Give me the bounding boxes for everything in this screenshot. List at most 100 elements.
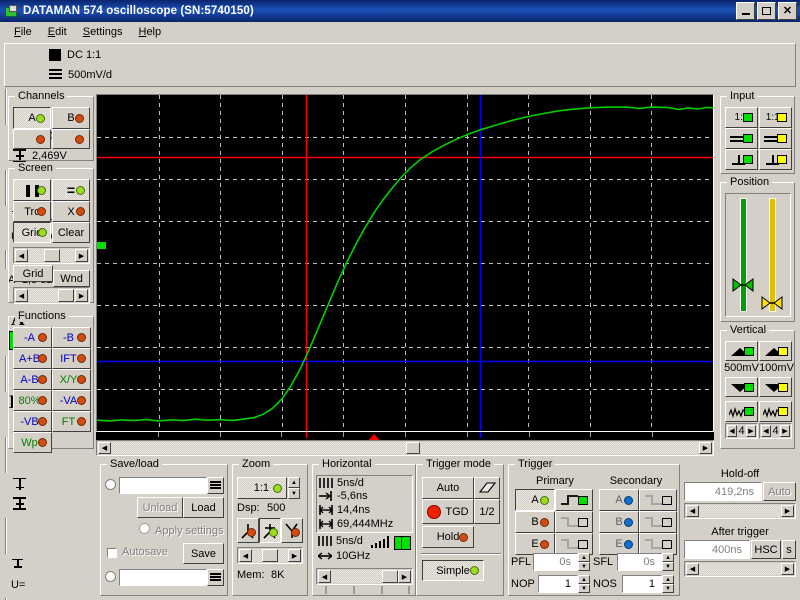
input-b-ground-button[interactable] (759, 149, 792, 170)
trigger-primary-edge-a[interactable] (555, 489, 593, 511)
zoom-right-mode-button[interactable] (281, 518, 303, 543)
after-trigger-hsc-button[interactable]: HSC (751, 540, 781, 559)
wnd-scroll-left[interactable]: ◀ (15, 289, 28, 302)
horizontal-scroll-right[interactable]: ▶ (398, 570, 411, 583)
zoom-ratio-down[interactable]: ▼ (288, 488, 300, 499)
after-trigger-scroll-left[interactable]: ◀ (686, 563, 699, 575)
window-scrollbar[interactable]: ◀ ▶ (13, 287, 90, 304)
zoom-ratio-display[interactable]: 1:1 (237, 477, 287, 499)
function-button--b[interactable]: -B (52, 327, 91, 348)
vertical-b-up-button[interactable] (759, 341, 792, 361)
input-b-coupling-button[interactable] (759, 128, 792, 149)
unload-button[interactable]: Unload (137, 497, 183, 518)
load-button[interactable]: Load (183, 497, 224, 518)
channel-a-alt-button[interactable] (13, 129, 51, 149)
trigger-secondary-source-a[interactable]: A (599, 489, 639, 511)
trigger-nos-spinner[interactable]: ▲▼ (662, 575, 674, 593)
save-path-field[interactable] (119, 569, 207, 586)
trigger-sfl-spinner[interactable]: ▲▼ (662, 553, 674, 571)
function-button-a-b[interactable]: A+B (13, 348, 52, 369)
trigger-nop-up[interactable]: ▲ (578, 575, 590, 584)
trigger-hold-button[interactable]: Hold (422, 526, 474, 548)
save-button[interactable]: Save (183, 543, 224, 564)
minimize-button[interactable] (736, 2, 755, 20)
save-radio[interactable] (105, 571, 116, 582)
trigger-primary-source-a[interactable]: A (515, 489, 555, 511)
trigger-primary-source-e[interactable]: E (515, 533, 555, 555)
horizontal-scroll-left[interactable]: ◀ (318, 570, 331, 583)
trigger-nos-up[interactable]: ▲ (662, 575, 674, 584)
trigger-secondary-source-b[interactable]: B (599, 511, 639, 533)
function-button-ft[interactable]: FT (52, 411, 91, 432)
trigger-nos-down[interactable]: ▼ (662, 584, 674, 593)
grid-scroll-thumb[interactable] (44, 249, 60, 262)
trigger-nos-field[interactable]: 1 (622, 575, 662, 593)
trigger-half-button[interactable]: 1/2 (474, 499, 500, 524)
trigger-secondary-edge-e[interactable] (639, 533, 677, 555)
zoom-center-mode-button[interactable] (259, 518, 281, 543)
save-browse-button[interactable] (207, 569, 224, 586)
vertical-b-down-button[interactable] (759, 377, 792, 397)
maximize-button[interactable] (757, 2, 776, 20)
channel-a-button[interactable]: A (13, 107, 51, 129)
scope-canvas[interactable] (97, 95, 713, 431)
vertical-a-down-button[interactable] (725, 377, 758, 397)
trigger-secondary-source-e[interactable]: E (599, 533, 639, 555)
input-a-coupling-button[interactable] (725, 128, 758, 149)
trigger-pfl-spinner[interactable]: ▲▼ (578, 553, 590, 571)
menu-settings[interactable]: Settings (75, 24, 131, 40)
function-button--a[interactable]: -A (13, 327, 52, 348)
zoom-left-mode-button[interactable] (237, 518, 259, 543)
vertical-b-steps-spin[interactable]: ◀ 4 ▶ (759, 423, 792, 439)
trigger-sfl-up[interactable]: ▲ (662, 553, 674, 562)
wnd-scroll-thumb[interactable] (58, 289, 74, 302)
vertical-a-steps-spin[interactable]: ◀ 4 ▶ (725, 423, 758, 439)
position-a-track[interactable] (740, 198, 747, 312)
load-browse-button[interactable] (207, 477, 224, 494)
close-button[interactable]: ✕ (778, 2, 797, 20)
zoom-scroll-thumb[interactable] (262, 549, 278, 562)
vertical-a-step-up[interactable]: ▶ (746, 425, 756, 437)
channel-b-alt-button[interactable] (52, 129, 90, 149)
function-button-ift[interactable]: IFT (52, 348, 91, 369)
input-a-ground-button[interactable] (725, 149, 758, 170)
function-button-80-[interactable]: 80% (13, 390, 52, 411)
position-b-track[interactable] (769, 198, 776, 312)
scroll-left-button[interactable]: ◀ (98, 442, 111, 454)
x-button[interactable]: X (52, 201, 90, 222)
function-button-a-b[interactable]: A-B (13, 369, 52, 390)
after-trigger-unit-button[interactable]: s (782, 540, 796, 559)
menu-file[interactable]: File (6, 24, 40, 40)
function-button-x-y[interactable]: X/Y (52, 369, 91, 390)
zoom-ratio-up[interactable]: ▲ (288, 477, 300, 488)
trigger-auto-button[interactable]: Auto (422, 477, 474, 499)
load-path-field[interactable] (119, 477, 207, 494)
vertical-a-noise-button[interactable] (725, 401, 758, 422)
input-b-ratio-button[interactable]: 1:10 (759, 107, 792, 128)
clear-button[interactable]: Clear (52, 222, 90, 243)
function-button--va[interactable]: -VA (52, 390, 91, 411)
vertical-a-up-button[interactable] (725, 341, 758, 361)
trigger-sfl-field[interactable]: 0s (617, 553, 662, 571)
holdoff-scroll-right[interactable]: ▶ (781, 505, 794, 517)
holdoff-scroll-left[interactable]: ◀ (686, 505, 699, 517)
wnd-scroll-right[interactable]: ▶ (75, 289, 88, 302)
zoom-scroll-right[interactable]: ▶ (288, 549, 301, 562)
apply-settings-label-wrap[interactable]: Apply settings (153, 521, 224, 540)
holdoff-auto-button[interactable]: Auto (763, 482, 796, 501)
trigger-secondary-edge-b[interactable] (639, 511, 677, 533)
input-a-ratio-button[interactable]: 1:1 (725, 107, 758, 128)
zoom-ratio-spinner[interactable]: ▲ ▼ (288, 477, 300, 499)
menu-help[interactable]: Help (130, 24, 169, 40)
grid-scroll-left[interactable]: ◀ (15, 249, 28, 262)
trigger-slope-button[interactable] (474, 477, 500, 499)
horizontal-scrollbar[interactable]: ◀ ▶ (316, 568, 413, 585)
zoom-scrollbar[interactable]: ◀ ▶ (237, 547, 303, 564)
vertical-a-step-down[interactable]: ◀ (727, 425, 737, 437)
trigger-nop-down[interactable]: ▼ (578, 584, 590, 593)
trigger-simple-button[interactable]: Simple (422, 560, 484, 581)
after-trigger-scrollbar[interactable]: ◀ ▶ (684, 561, 796, 577)
grid-button[interactable]: Grid (13, 222, 51, 243)
vertical-b-noise-button[interactable] (759, 401, 792, 422)
position-a-handle[interactable] (732, 278, 754, 292)
